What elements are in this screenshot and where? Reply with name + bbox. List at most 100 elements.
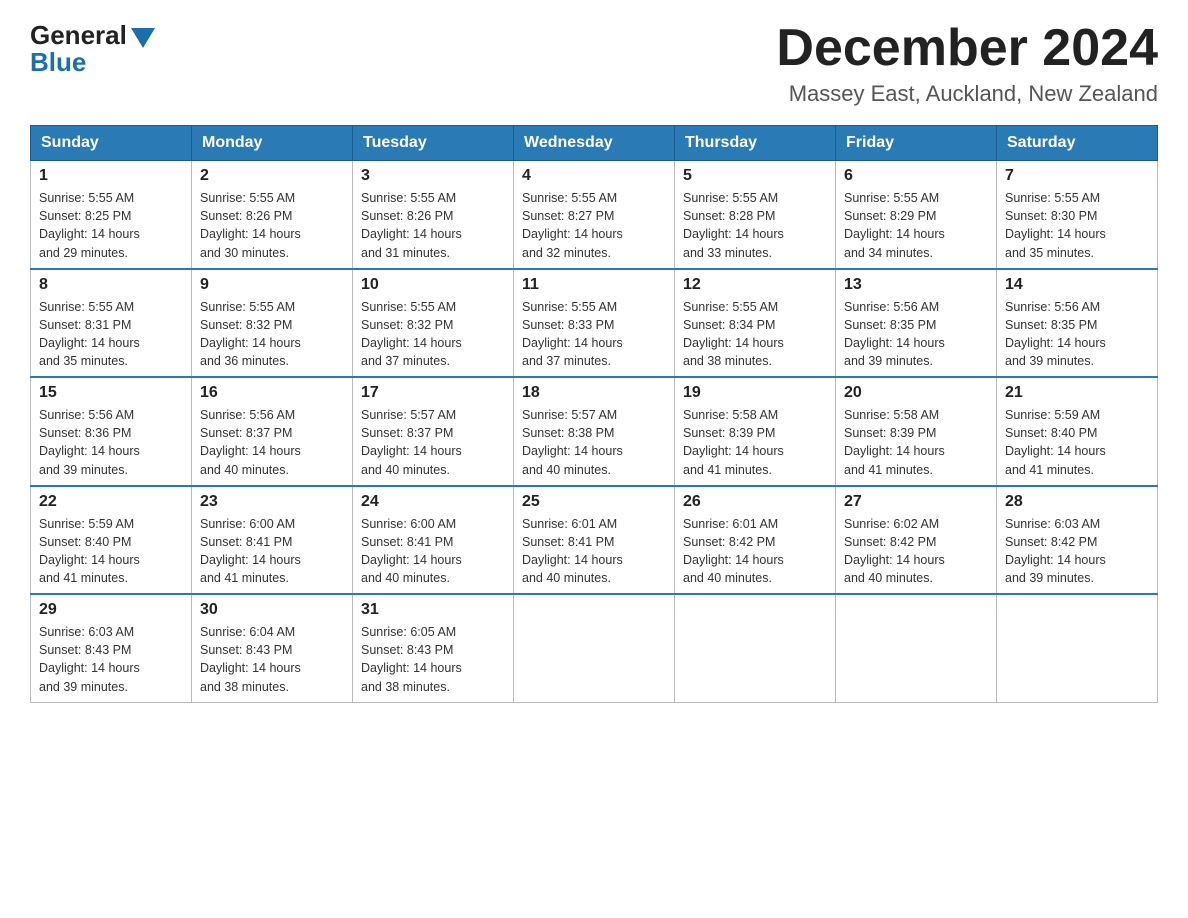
calendar-cell: 21 Sunrise: 5:59 AMSunset: 8:40 PMDaylig… bbox=[997, 377, 1158, 486]
day-info: Sunrise: 5:59 AMSunset: 8:40 PMDaylight:… bbox=[39, 517, 140, 585]
calendar-cell bbox=[836, 594, 997, 702]
day-number: 15 bbox=[39, 384, 183, 402]
calendar-week-row: 8 Sunrise: 5:55 AMSunset: 8:31 PMDayligh… bbox=[31, 269, 1158, 378]
calendar-cell: 30 Sunrise: 6:04 AMSunset: 8:43 PMDaylig… bbox=[192, 594, 353, 702]
day-number: 27 bbox=[844, 493, 988, 511]
day-info: Sunrise: 5:55 AMSunset: 8:26 PMDaylight:… bbox=[361, 191, 462, 259]
calendar-week-row: 1 Sunrise: 5:55 AMSunset: 8:25 PMDayligh… bbox=[31, 161, 1158, 269]
calendar-cell: 10 Sunrise: 5:55 AMSunset: 8:32 PMDaylig… bbox=[353, 269, 514, 378]
col-monday: Monday bbox=[192, 126, 353, 161]
day-number: 16 bbox=[200, 384, 344, 402]
day-info: Sunrise: 5:55 AMSunset: 8:32 PMDaylight:… bbox=[361, 300, 462, 368]
day-info: Sunrise: 5:55 AMSunset: 8:33 PMDaylight:… bbox=[522, 300, 623, 368]
day-info: Sunrise: 5:59 AMSunset: 8:40 PMDaylight:… bbox=[1005, 408, 1106, 476]
calendar-cell: 2 Sunrise: 5:55 AMSunset: 8:26 PMDayligh… bbox=[192, 161, 353, 269]
day-info: Sunrise: 5:55 AMSunset: 8:30 PMDaylight:… bbox=[1005, 191, 1106, 259]
calendar-cell: 18 Sunrise: 5:57 AMSunset: 8:38 PMDaylig… bbox=[514, 377, 675, 486]
calendar-cell: 8 Sunrise: 5:55 AMSunset: 8:31 PMDayligh… bbox=[31, 269, 192, 378]
calendar-cell: 31 Sunrise: 6:05 AMSunset: 8:43 PMDaylig… bbox=[353, 594, 514, 702]
subtitle: Massey East, Auckland, New Zealand bbox=[776, 81, 1158, 107]
day-number: 22 bbox=[39, 493, 183, 511]
calendar-cell: 5 Sunrise: 5:55 AMSunset: 8:28 PMDayligh… bbox=[675, 161, 836, 269]
day-number: 4 bbox=[522, 167, 666, 185]
calendar-cell: 14 Sunrise: 5:56 AMSunset: 8:35 PMDaylig… bbox=[997, 269, 1158, 378]
day-info: Sunrise: 6:00 AMSunset: 8:41 PMDaylight:… bbox=[361, 517, 462, 585]
day-number: 12 bbox=[683, 276, 827, 294]
main-title: December 2024 bbox=[776, 20, 1158, 77]
day-info: Sunrise: 6:03 AMSunset: 8:42 PMDaylight:… bbox=[1005, 517, 1106, 585]
day-number: 29 bbox=[39, 601, 183, 619]
calendar-cell: 20 Sunrise: 5:58 AMSunset: 8:39 PMDaylig… bbox=[836, 377, 997, 486]
day-number: 10 bbox=[361, 276, 505, 294]
day-info: Sunrise: 5:55 AMSunset: 8:26 PMDaylight:… bbox=[200, 191, 301, 259]
day-number: 25 bbox=[522, 493, 666, 511]
logo: General Blue bbox=[30, 20, 155, 78]
day-number: 9 bbox=[200, 276, 344, 294]
day-number: 5 bbox=[683, 167, 827, 185]
day-info: Sunrise: 6:01 AMSunset: 8:42 PMDaylight:… bbox=[683, 517, 784, 585]
day-number: 18 bbox=[522, 384, 666, 402]
col-tuesday: Tuesday bbox=[353, 126, 514, 161]
day-number: 13 bbox=[844, 276, 988, 294]
calendar-cell: 19 Sunrise: 5:58 AMSunset: 8:39 PMDaylig… bbox=[675, 377, 836, 486]
logo-blue-text: Blue bbox=[30, 47, 86, 78]
day-number: 31 bbox=[361, 601, 505, 619]
day-number: 21 bbox=[1005, 384, 1149, 402]
calendar-cell: 26 Sunrise: 6:01 AMSunset: 8:42 PMDaylig… bbox=[675, 486, 836, 595]
day-info: Sunrise: 5:55 AMSunset: 8:25 PMDaylight:… bbox=[39, 191, 140, 259]
day-number: 1 bbox=[39, 167, 183, 185]
day-info: Sunrise: 6:03 AMSunset: 8:43 PMDaylight:… bbox=[39, 625, 140, 693]
calendar-week-row: 29 Sunrise: 6:03 AMSunset: 8:43 PMDaylig… bbox=[31, 594, 1158, 702]
day-info: Sunrise: 6:02 AMSunset: 8:42 PMDaylight:… bbox=[844, 517, 945, 585]
day-info: Sunrise: 5:56 AMSunset: 8:37 PMDaylight:… bbox=[200, 408, 301, 476]
calendar-cell: 25 Sunrise: 6:01 AMSunset: 8:41 PMDaylig… bbox=[514, 486, 675, 595]
calendar-table: Sunday Monday Tuesday Wednesday Thursday… bbox=[30, 125, 1158, 703]
col-wednesday: Wednesday bbox=[514, 126, 675, 161]
day-number: 14 bbox=[1005, 276, 1149, 294]
day-info: Sunrise: 5:55 AMSunset: 8:27 PMDaylight:… bbox=[522, 191, 623, 259]
calendar-cell: 4 Sunrise: 5:55 AMSunset: 8:27 PMDayligh… bbox=[514, 161, 675, 269]
calendar-cell bbox=[514, 594, 675, 702]
title-block: December 2024 Massey East, Auckland, New… bbox=[776, 20, 1158, 107]
col-friday: Friday bbox=[836, 126, 997, 161]
day-number: 3 bbox=[361, 167, 505, 185]
day-info: Sunrise: 5:58 AMSunset: 8:39 PMDaylight:… bbox=[683, 408, 784, 476]
day-info: Sunrise: 6:05 AMSunset: 8:43 PMDaylight:… bbox=[361, 625, 462, 693]
calendar-cell: 6 Sunrise: 5:55 AMSunset: 8:29 PMDayligh… bbox=[836, 161, 997, 269]
calendar-week-row: 15 Sunrise: 5:56 AMSunset: 8:36 PMDaylig… bbox=[31, 377, 1158, 486]
day-info: Sunrise: 5:55 AMSunset: 8:31 PMDaylight:… bbox=[39, 300, 140, 368]
calendar-header-row: Sunday Monday Tuesday Wednesday Thursday… bbox=[31, 126, 1158, 161]
day-info: Sunrise: 5:55 AMSunset: 8:32 PMDaylight:… bbox=[200, 300, 301, 368]
calendar-cell: 16 Sunrise: 5:56 AMSunset: 8:37 PMDaylig… bbox=[192, 377, 353, 486]
calendar-cell: 13 Sunrise: 5:56 AMSunset: 8:35 PMDaylig… bbox=[836, 269, 997, 378]
day-info: Sunrise: 5:56 AMSunset: 8:35 PMDaylight:… bbox=[844, 300, 945, 368]
day-info: Sunrise: 5:58 AMSunset: 8:39 PMDaylight:… bbox=[844, 408, 945, 476]
calendar-week-row: 22 Sunrise: 5:59 AMSunset: 8:40 PMDaylig… bbox=[31, 486, 1158, 595]
calendar-cell: 17 Sunrise: 5:57 AMSunset: 8:37 PMDaylig… bbox=[353, 377, 514, 486]
calendar-cell: 27 Sunrise: 6:02 AMSunset: 8:42 PMDaylig… bbox=[836, 486, 997, 595]
calendar-cell bbox=[675, 594, 836, 702]
day-number: 7 bbox=[1005, 167, 1149, 185]
col-sunday: Sunday bbox=[31, 126, 192, 161]
calendar-cell: 24 Sunrise: 6:00 AMSunset: 8:41 PMDaylig… bbox=[353, 486, 514, 595]
day-number: 26 bbox=[683, 493, 827, 511]
page-header: General Blue December 2024 Massey East, … bbox=[30, 20, 1158, 107]
calendar-cell: 3 Sunrise: 5:55 AMSunset: 8:26 PMDayligh… bbox=[353, 161, 514, 269]
day-number: 24 bbox=[361, 493, 505, 511]
calendar-cell: 29 Sunrise: 6:03 AMSunset: 8:43 PMDaylig… bbox=[31, 594, 192, 702]
calendar-cell: 7 Sunrise: 5:55 AMSunset: 8:30 PMDayligh… bbox=[997, 161, 1158, 269]
calendar-cell: 1 Sunrise: 5:55 AMSunset: 8:25 PMDayligh… bbox=[31, 161, 192, 269]
logo-arrow-icon bbox=[131, 28, 155, 48]
calendar-cell: 22 Sunrise: 5:59 AMSunset: 8:40 PMDaylig… bbox=[31, 486, 192, 595]
calendar-cell bbox=[997, 594, 1158, 702]
day-info: Sunrise: 6:01 AMSunset: 8:41 PMDaylight:… bbox=[522, 517, 623, 585]
col-thursday: Thursday bbox=[675, 126, 836, 161]
calendar-cell: 15 Sunrise: 5:56 AMSunset: 8:36 PMDaylig… bbox=[31, 377, 192, 486]
calendar-cell: 28 Sunrise: 6:03 AMSunset: 8:42 PMDaylig… bbox=[997, 486, 1158, 595]
day-number: 19 bbox=[683, 384, 827, 402]
day-info: Sunrise: 6:00 AMSunset: 8:41 PMDaylight:… bbox=[200, 517, 301, 585]
day-number: 2 bbox=[200, 167, 344, 185]
calendar-cell: 11 Sunrise: 5:55 AMSunset: 8:33 PMDaylig… bbox=[514, 269, 675, 378]
day-info: Sunrise: 6:04 AMSunset: 8:43 PMDaylight:… bbox=[200, 625, 301, 693]
day-number: 30 bbox=[200, 601, 344, 619]
